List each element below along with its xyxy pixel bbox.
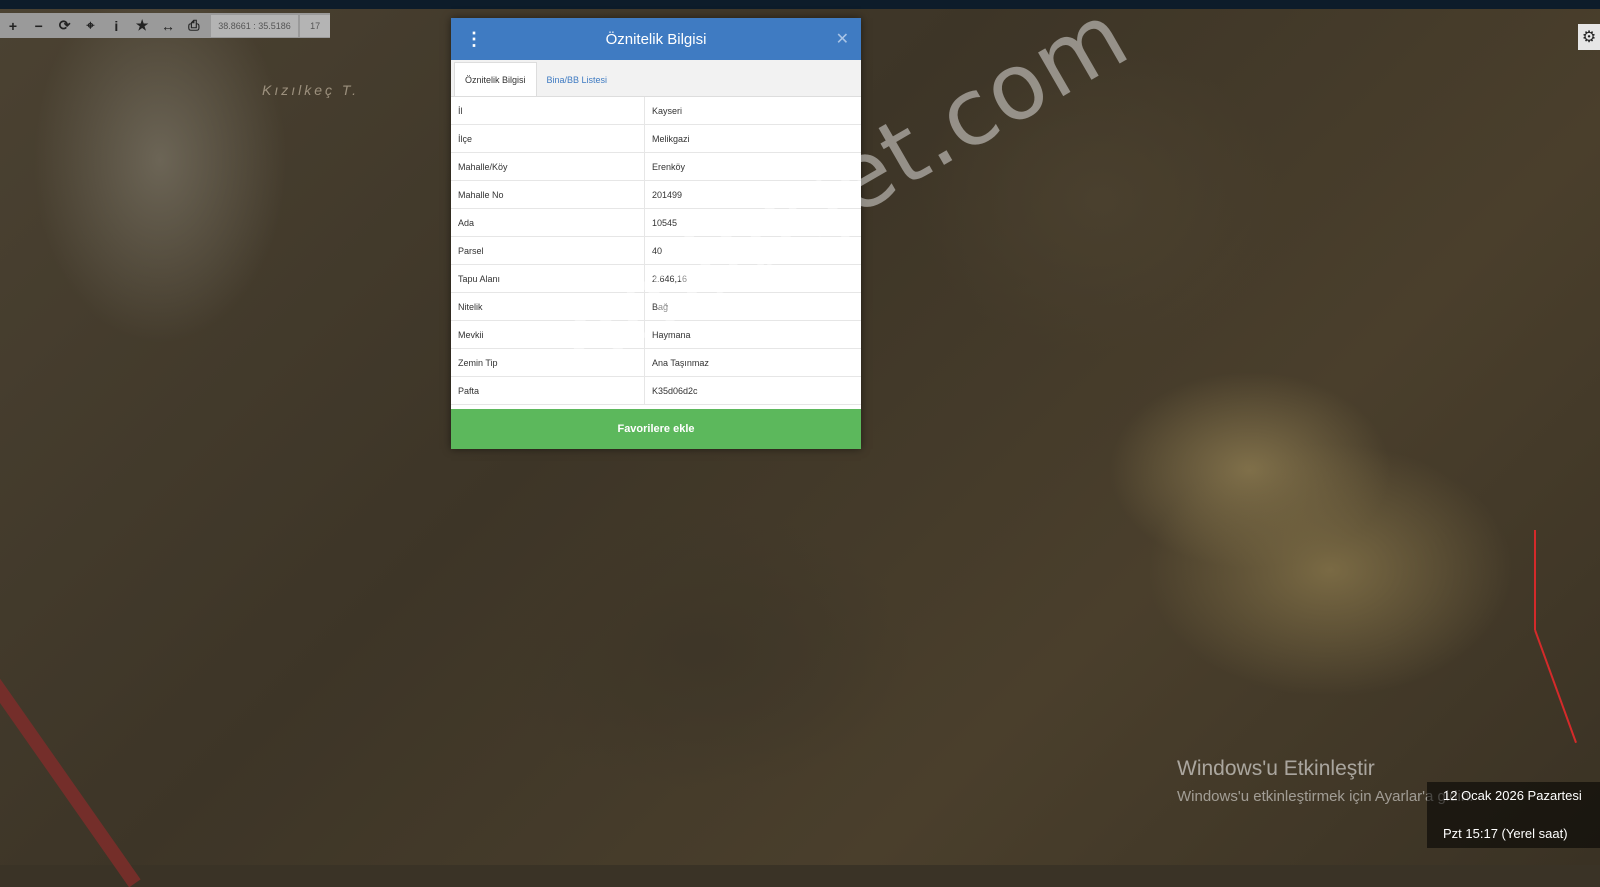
tab-building-list[interactable]: Bina/BB Listesi — [537, 63, 618, 96]
locate-icon[interactable]: ⌖ — [78, 13, 104, 38]
row-key: Ada — [451, 208, 645, 237]
coordinate-readout: 38.8661 : 35.5186 — [210, 14, 299, 37]
zoom-level: 17 — [300, 14, 331, 37]
menu-dots-icon[interactable]: ⋮ — [465, 29, 483, 50]
table-row: Pafta K35d06d2c — [451, 376, 861, 405]
map-toolbar: + − ⟳ ⌖ i ★ ↔ ⎙ 38.8661 : 35.5186 17 — [0, 13, 331, 38]
clock-overlay: 12 Ocak 2026 Pazartesi Pzt 15:17 (Yerel … — [1427, 782, 1600, 848]
row-key: Pafta — [451, 376, 645, 405]
parcel-boundary — [1534, 530, 1536, 630]
panel-tabs: Öznitelik Bilgisi Bina/BB Listesi — [451, 60, 861, 97]
star-icon[interactable]: ★ — [129, 13, 155, 38]
row-value: Ana Taşınmaz — [644, 348, 861, 377]
row-key: İl — [451, 97, 645, 125]
panel-header: ⋮ Öznitelik Bilgisi ✕ — [451, 18, 861, 60]
plus-icon[interactable]: + — [0, 13, 26, 38]
tab-attribute-info[interactable]: Öznitelik Bilgisi — [454, 62, 537, 96]
add-favorite-button[interactable]: Favorilere ekle — [451, 409, 861, 449]
map-place-label: Kızılkeç T. — [262, 82, 360, 98]
minus-icon[interactable]: − — [26, 13, 52, 38]
refresh-icon[interactable]: ⟳ — [52, 13, 78, 38]
clock-date: 12 Ocak 2026 Pazartesi — [1443, 788, 1582, 803]
info-icon[interactable]: i — [103, 13, 129, 38]
panel-title: Öznitelik Bilgisi — [605, 30, 707, 48]
close-icon[interactable]: ✕ — [836, 29, 849, 49]
row-value: K35d06d2c — [644, 376, 861, 405]
row-key: Mahalle No — [451, 180, 645, 209]
clock-time: Pzt 15:17 (Yerel saat) — [1443, 826, 1568, 841]
gear-icon[interactable]: ⚙ — [1578, 24, 1600, 50]
row-key: İlçe — [451, 124, 645, 153]
table-row: İlçe Melikgazi — [451, 124, 861, 153]
print-icon[interactable]: ⎙ — [181, 13, 207, 38]
top-bar — [0, 0, 1600, 9]
row-key: Mahalle/Köy — [451, 152, 645, 181]
table-row: İl Kayseri — [451, 97, 861, 125]
row-value: Kayseri — [644, 97, 861, 125]
windows-activate-title: Windows'u Etkinleştir — [1177, 757, 1375, 780]
measure-icon[interactable]: ↔ — [155, 13, 181, 38]
